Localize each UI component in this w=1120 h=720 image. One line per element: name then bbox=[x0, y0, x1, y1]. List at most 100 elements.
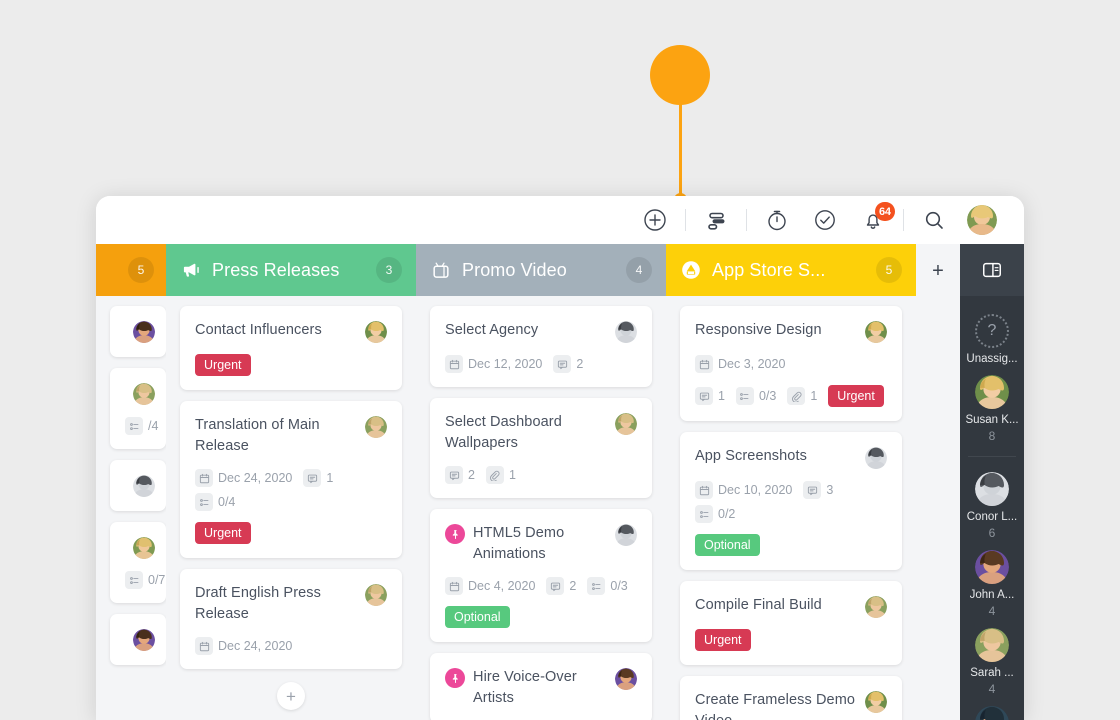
megaphone-icon bbox=[180, 259, 202, 281]
card-tags: Urgent bbox=[695, 629, 887, 651]
calendar-icon bbox=[695, 481, 713, 499]
card-assignee-avatar[interactable] bbox=[615, 668, 637, 691]
status-badge[interactable]: Urgent bbox=[828, 385, 884, 407]
card-assignee-avatar[interactable] bbox=[365, 584, 387, 607]
column-card-list[interactable]: Responsive Design Dec 3, 2020 1 0/3 1 Urgent A… bbox=[666, 296, 916, 720]
task-card[interactable] bbox=[110, 614, 166, 665]
avatar bbox=[975, 706, 1009, 720]
board-columns[interactable]: 5/4 0/7 Press Releases 3 Contact Influencers… bbox=[96, 244, 916, 720]
add-card-button[interactable]: + bbox=[277, 682, 305, 711]
column-card-count: 5 bbox=[128, 257, 154, 283]
card-meta: Dec 24, 2020 1 0/4 bbox=[195, 469, 387, 512]
card-title: Contact Influencers bbox=[195, 322, 322, 338]
panel-toggle-icon[interactable] bbox=[960, 244, 1024, 296]
column-card-list[interactable]: /4 0/7 bbox=[96, 296, 166, 720]
column-header[interactable]: Promo Video 4 bbox=[416, 244, 666, 296]
task-card[interactable]: Compile Final Build Urgent bbox=[680, 581, 902, 665]
card-assignee-avatar[interactable] bbox=[865, 691, 887, 713]
card-tags: Optional bbox=[695, 534, 887, 556]
task-card[interactable] bbox=[110, 306, 166, 357]
timer-icon[interactable] bbox=[753, 196, 801, 244]
card-tags: Urgent bbox=[195, 522, 387, 545]
column-header[interactable]: Press Releases 3 bbox=[166, 244, 416, 296]
meta-value: Dec 3, 2020 bbox=[718, 357, 786, 371]
card-assignee-avatar[interactable] bbox=[133, 629, 155, 651]
task-card[interactable]: Hire Voice-Over Artists bbox=[430, 653, 652, 720]
attachment-icon bbox=[787, 387, 806, 405]
status-badge[interactable]: Urgent bbox=[195, 522, 251, 545]
card-assignee-avatar[interactable] bbox=[615, 321, 637, 343]
card-assignee-avatar[interactable] bbox=[133, 383, 155, 405]
notifications-icon[interactable]: 64 bbox=[849, 196, 897, 244]
meta-checklist-icon: /4 bbox=[125, 417, 158, 435]
column-header[interactable]: App Store S... 5 bbox=[666, 244, 916, 296]
task-card[interactable]: 0/7 bbox=[110, 522, 166, 603]
card-assignee-avatar[interactable] bbox=[133, 475, 155, 497]
status-badge[interactable]: Optional bbox=[445, 606, 510, 629]
sidebar-user-item[interactable]: John A... 4 bbox=[960, 544, 1024, 622]
card-assignee-avatar[interactable] bbox=[615, 524, 637, 547]
search-icon[interactable] bbox=[910, 196, 958, 244]
task-card[interactable]: Select Dashboard Wallpapers 2 1 bbox=[430, 398, 652, 499]
task-card[interactable]: Translation of Main Release Dec 24, 2020 1… bbox=[180, 401, 402, 559]
status-badge[interactable]: Optional bbox=[695, 534, 760, 556]
column-card-list[interactable]: Contact Influencers Urgent Translation of … bbox=[166, 296, 416, 720]
task-card[interactable]: HTML5 Demo Animations Dec 4, 2020 2 0/3 Opti… bbox=[430, 509, 652, 643]
calendar-icon bbox=[445, 355, 463, 373]
meta-checklist-icon: 0/2 bbox=[695, 505, 735, 523]
card-assignee-avatar[interactable] bbox=[365, 416, 387, 438]
right-sidebar: ? Unassig... Susan K... 8 Conor L... 6 John A.… bbox=[960, 244, 1024, 720]
task-card[interactable]: /4 bbox=[110, 368, 166, 449]
filter-sort-icon[interactable] bbox=[692, 196, 740, 244]
checklist-icon bbox=[587, 577, 606, 596]
task-card[interactable]: Select Agency Dec 12, 2020 2 bbox=[430, 306, 652, 387]
board-column-col-app-store[interactable]: App Store S... 5 Responsive Design Dec 3, 2… bbox=[666, 244, 916, 720]
sidebar-user-item[interactable]: Sarah ... 4 bbox=[960, 622, 1024, 700]
board-column-col-promo-video[interactable]: Promo Video 4 Select Agency Dec 12, 2020 2 Se… bbox=[416, 244, 666, 720]
card-assignee-avatar[interactable] bbox=[133, 537, 155, 559]
card-assignee-avatar[interactable] bbox=[133, 321, 155, 343]
column-header[interactable]: 5 bbox=[96, 244, 166, 296]
meta-value: 0/2 bbox=[718, 507, 736, 521]
card-assignee-avatar[interactable] bbox=[865, 447, 887, 469]
card-assignee-avatar[interactable] bbox=[865, 596, 887, 618]
task-card[interactable] bbox=[110, 460, 166, 511]
add-column-button[interactable]: + bbox=[916, 244, 960, 720]
task-card[interactable]: Contact Influencers Urgent bbox=[180, 306, 402, 390]
meta-value: 1 bbox=[718, 389, 725, 403]
board-column-col-press-releases[interactable]: Press Releases 3 Contact Influencers Urgent… bbox=[166, 244, 416, 720]
task-card[interactable]: Create Frameless Demo Video bbox=[680, 676, 902, 720]
card-header bbox=[125, 536, 155, 559]
meta-comment-icon: 1 bbox=[303, 469, 333, 488]
card-assignee-avatar[interactable] bbox=[865, 321, 887, 343]
column-title: Promo Video bbox=[462, 259, 567, 280]
status-badge[interactable]: Urgent bbox=[195, 354, 251, 376]
status-badge[interactable]: Urgent bbox=[695, 629, 751, 651]
task-card[interactable]: Draft English Press Release Dec 24, 2020 bbox=[180, 569, 402, 670]
sidebar-user-item[interactable] bbox=[960, 700, 1024, 720]
meta-value: 1 bbox=[508, 468, 516, 483]
column-card-list[interactable]: Select Agency Dec 12, 2020 2 Select Dashboa… bbox=[416, 296, 666, 720]
sidebar-user-name: Unassig... bbox=[966, 353, 1018, 365]
card-assignee-avatar[interactable] bbox=[365, 321, 387, 343]
card-assignee-avatar[interactable] bbox=[615, 413, 637, 435]
meta-calendar-icon: Dec 10, 2020 bbox=[695, 481, 792, 499]
check-circle-icon[interactable] bbox=[801, 196, 849, 244]
add-icon[interactable] bbox=[631, 196, 679, 244]
sidebar-user-list[interactable]: ? Unassig... Susan K... 8 Conor L... 6 John A.… bbox=[960, 296, 1024, 720]
sidebar-user-item[interactable]: Conor L... 6 bbox=[960, 466, 1024, 544]
column-title: App Store S... bbox=[712, 259, 826, 280]
task-card[interactable]: App Screenshots Dec 10, 2020 3 0/2 Optional bbox=[680, 432, 902, 570]
meta-attachment-icon: 1 bbox=[485, 466, 516, 485]
sidebar-user-item[interactable]: ? Unassig... bbox=[960, 308, 1024, 369]
sidebar-user-name: Conor L... bbox=[966, 511, 1018, 523]
board-column-col-clipped[interactable]: 5/4 0/7 bbox=[96, 244, 166, 720]
card-header: Contact Influencers bbox=[195, 320, 387, 343]
meta-comment-icon: 3 bbox=[803, 481, 833, 499]
card-meta: /4 bbox=[125, 417, 158, 435]
task-card[interactable]: Responsive Design Dec 3, 2020 1 0/3 1 Urgent bbox=[680, 306, 902, 421]
avatar[interactable] bbox=[958, 196, 1006, 244]
sidebar-user-name: John A... bbox=[969, 589, 1015, 601]
sidebar-user-item[interactable]: Susan K... 8 bbox=[960, 369, 1024, 447]
notification-badge: 64 bbox=[875, 202, 895, 221]
